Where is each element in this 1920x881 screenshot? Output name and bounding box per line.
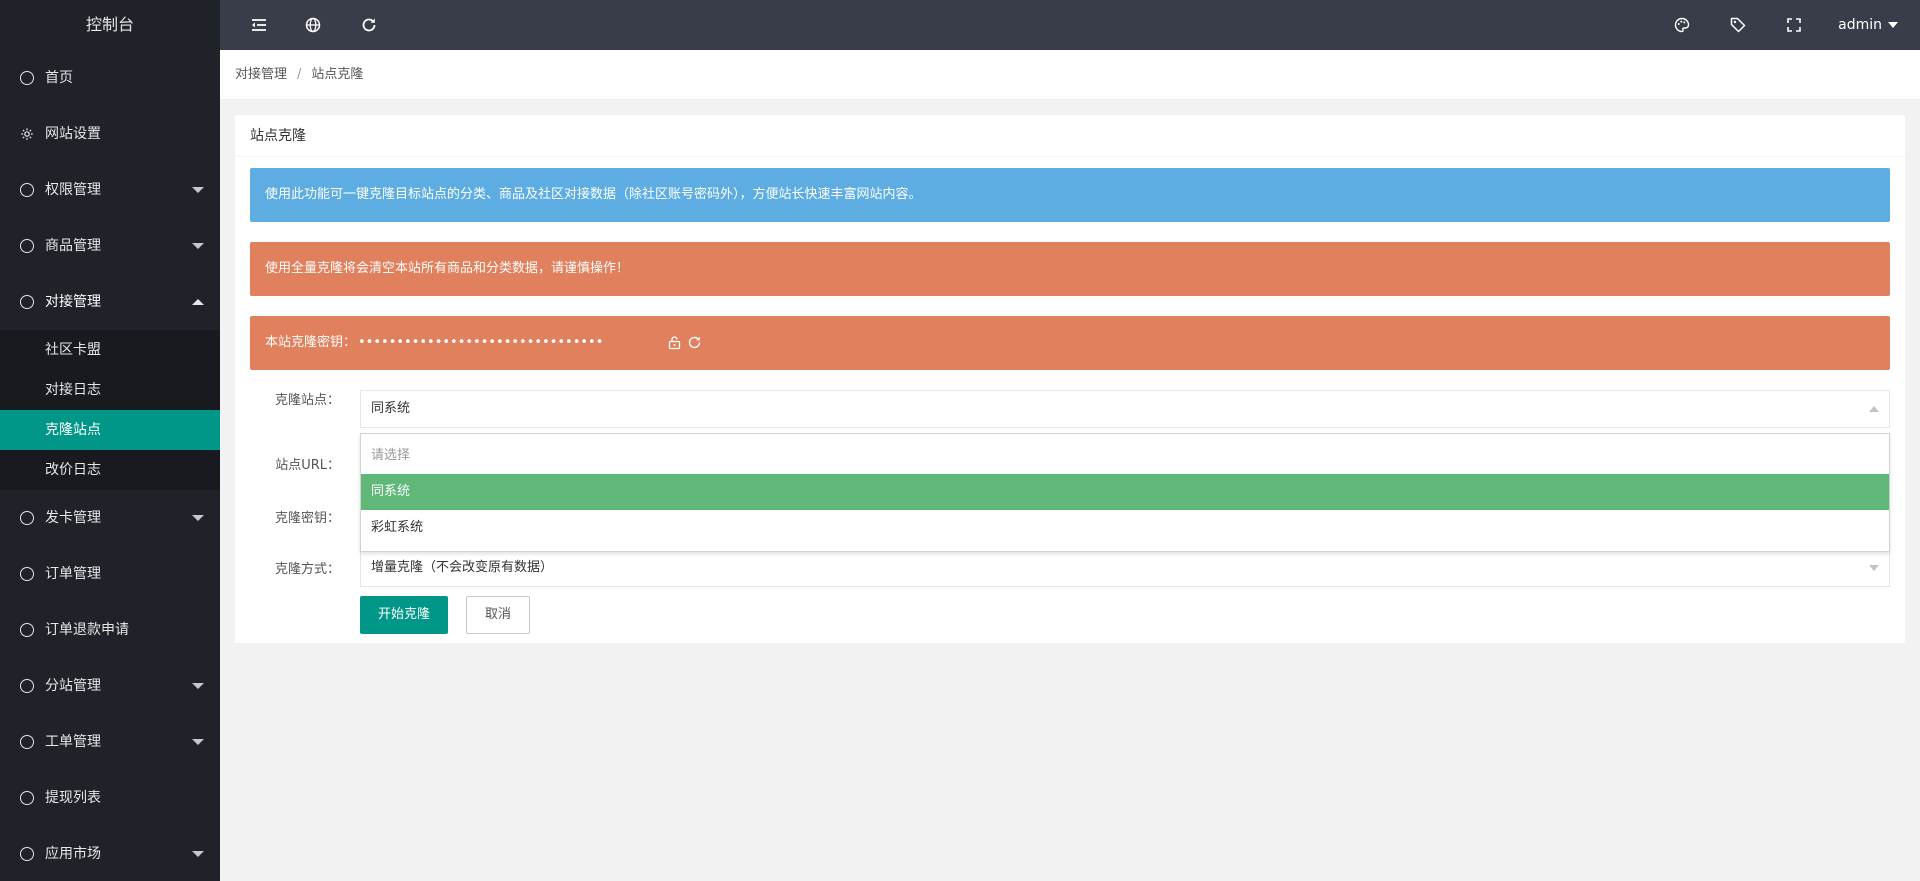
- sidebar-item-refunds[interactable]: 订单退款申请: [0, 602, 220, 658]
- sidebar-item-app-market[interactable]: 应用市场: [0, 826, 220, 881]
- sidebar-subnav: 社区卡盟 对接日志 克隆站点 改价日志: [0, 330, 220, 490]
- sidebar-item-permissions[interactable]: 权限管理: [0, 162, 220, 218]
- circle-icon: [20, 295, 34, 309]
- circle-icon: [20, 679, 34, 693]
- caret-down-icon: [192, 851, 204, 857]
- clone-site-dropdown: 请选择 同系统 彩虹系统: [360, 433, 1890, 552]
- caret-down-icon: [192, 683, 204, 689]
- sidebar-subitem-community[interactable]: 社区卡盟: [0, 330, 220, 370]
- sidebar-item-site-settings[interactable]: 网站设置: [0, 106, 220, 162]
- sidebar-item-label: 首页: [45, 70, 73, 86]
- palette-icon[interactable]: [1673, 16, 1691, 34]
- clone-site-select[interactable]: 同系统: [360, 390, 1890, 428]
- breadcrumb-separator: /: [297, 67, 302, 82]
- refresh-icon[interactable]: [360, 16, 378, 34]
- unlock-icon[interactable]: [667, 335, 682, 350]
- sidebar-item-label: 订单退款申请: [45, 622, 129, 638]
- top-header: admin: [220, 0, 1920, 50]
- start-clone-button[interactable]: 开始克隆: [360, 596, 449, 634]
- cancel-button[interactable]: 取消: [466, 596, 531, 634]
- caret-down-icon: [192, 515, 204, 521]
- sidebar-item-integration[interactable]: 对接管理: [0, 274, 220, 330]
- circle-icon: [20, 791, 34, 805]
- breadcrumb-parent[interactable]: 对接管理: [235, 67, 287, 82]
- globe-icon[interactable]: [304, 16, 322, 34]
- caret-down-icon: [1888, 22, 1898, 28]
- clone-site-value: 同系统: [371, 401, 411, 416]
- sidebar: 控制台 首页 网站设置 权限管理 商品管理 对接管理 社区卡盟 对接日志 克隆站…: [0, 0, 220, 881]
- clone-mode-label: 克隆方式：: [274, 562, 340, 577]
- sidebar-item-label: 提现列表: [45, 790, 101, 806]
- sidebar-subitem-price-log[interactable]: 改价日志: [0, 450, 220, 490]
- caret-down-icon: [192, 243, 204, 249]
- site-url-label: 站点URL：: [275, 458, 340, 473]
- tag-icon[interactable]: [1729, 16, 1747, 34]
- info-alert: 使用此功能可一键克隆目标站点的分类、商品及社区对接数据（除社区账号密码外），方便…: [250, 168, 1890, 222]
- clone-key-alert: 本站克隆密钥： ••••••••••••••••••••••••••••••••: [250, 316, 1890, 370]
- circle-icon: [20, 511, 34, 525]
- caret-down-icon: [192, 187, 204, 193]
- sidebar-item-label: 对接管理: [45, 294, 101, 310]
- dropdown-option-rainbow-system[interactable]: 彩虹系统: [361, 510, 1889, 546]
- caret-down-icon: [1869, 565, 1879, 571]
- sidebar-item-substations[interactable]: 分站管理: [0, 658, 220, 714]
- circle-icon: [20, 183, 34, 197]
- sidebar-item-label: 分站管理: [45, 678, 101, 694]
- clone-site-label: 克隆站点：: [274, 393, 340, 408]
- dropdown-option-same-system[interactable]: 同系统: [361, 474, 1889, 510]
- sidebar-item-tickets[interactable]: 工单管理: [0, 714, 220, 770]
- sidebar-item-label: 网站设置: [45, 126, 101, 142]
- fullscreen-icon[interactable]: [1785, 16, 1803, 34]
- clone-key-field-label: 克隆密钥：: [274, 511, 340, 526]
- circle-icon: [20, 71, 34, 85]
- user-menu[interactable]: admin: [1838, 0, 1898, 50]
- sidebar-item-orders[interactable]: 订单管理: [0, 546, 220, 602]
- sidebar-subitem-clone-site[interactable]: 克隆站点: [0, 410, 220, 450]
- sidebar-logo[interactable]: 控制台: [0, 0, 220, 50]
- clone-key-label: 本站克隆密钥：: [265, 335, 357, 350]
- warning-alert: 使用全量克隆将会清空本站所有商品和分类数据，请谨慎操作！: [250, 242, 1890, 296]
- clone-site-card: 站点克隆 使用此功能可一键克隆目标站点的分类、商品及社区对接数据（除社区账号密码…: [235, 115, 1905, 643]
- card-title: 站点克隆: [235, 115, 1905, 157]
- sidebar-item-products[interactable]: 商品管理: [0, 218, 220, 274]
- sidebar-item-card-issuing[interactable]: 发卡管理: [0, 490, 220, 546]
- circle-icon: [20, 735, 34, 749]
- sidebar-item-withdrawals[interactable]: 提现列表: [0, 770, 220, 826]
- breadcrumb: 对接管理 / 站点克隆: [220, 50, 1920, 100]
- clone-key-value: ••••••••••••••••••••••••••••••••: [358, 335, 604, 350]
- circle-icon: [20, 239, 34, 253]
- caret-down-icon: [192, 739, 204, 745]
- menu-collapse-icon[interactable]: [250, 16, 268, 34]
- refresh-icon[interactable]: [687, 335, 702, 350]
- sidebar-item-label: 商品管理: [45, 238, 101, 254]
- circle-icon: [20, 623, 34, 637]
- caret-up-icon: [192, 299, 204, 305]
- breadcrumb-current: 站点克隆: [311, 67, 364, 82]
- gear-icon: [21, 128, 33, 140]
- sidebar-item-label: 订单管理: [45, 566, 101, 582]
- circle-icon: [20, 847, 34, 861]
- user-name: admin: [1838, 17, 1882, 33]
- sidebar-item-label: 工单管理: [45, 734, 101, 750]
- circle-icon: [20, 567, 34, 581]
- sidebar-item-label: 应用市场: [45, 846, 101, 862]
- clone-mode-value: 增量克隆（不会改变原有数据）: [371, 560, 554, 575]
- sidebar-item-label: 发卡管理: [45, 510, 101, 526]
- caret-up-icon: [1869, 406, 1879, 412]
- sidebar-item-home[interactable]: 首页: [0, 50, 220, 106]
- dropdown-option-placeholder[interactable]: 请选择: [361, 438, 1889, 474]
- clone-mode-select[interactable]: 增量克隆（不会改变原有数据）: [360, 549, 1890, 587]
- sidebar-item-label: 权限管理: [45, 182, 101, 198]
- sidebar-subitem-integration-log[interactable]: 对接日志: [0, 370, 220, 410]
